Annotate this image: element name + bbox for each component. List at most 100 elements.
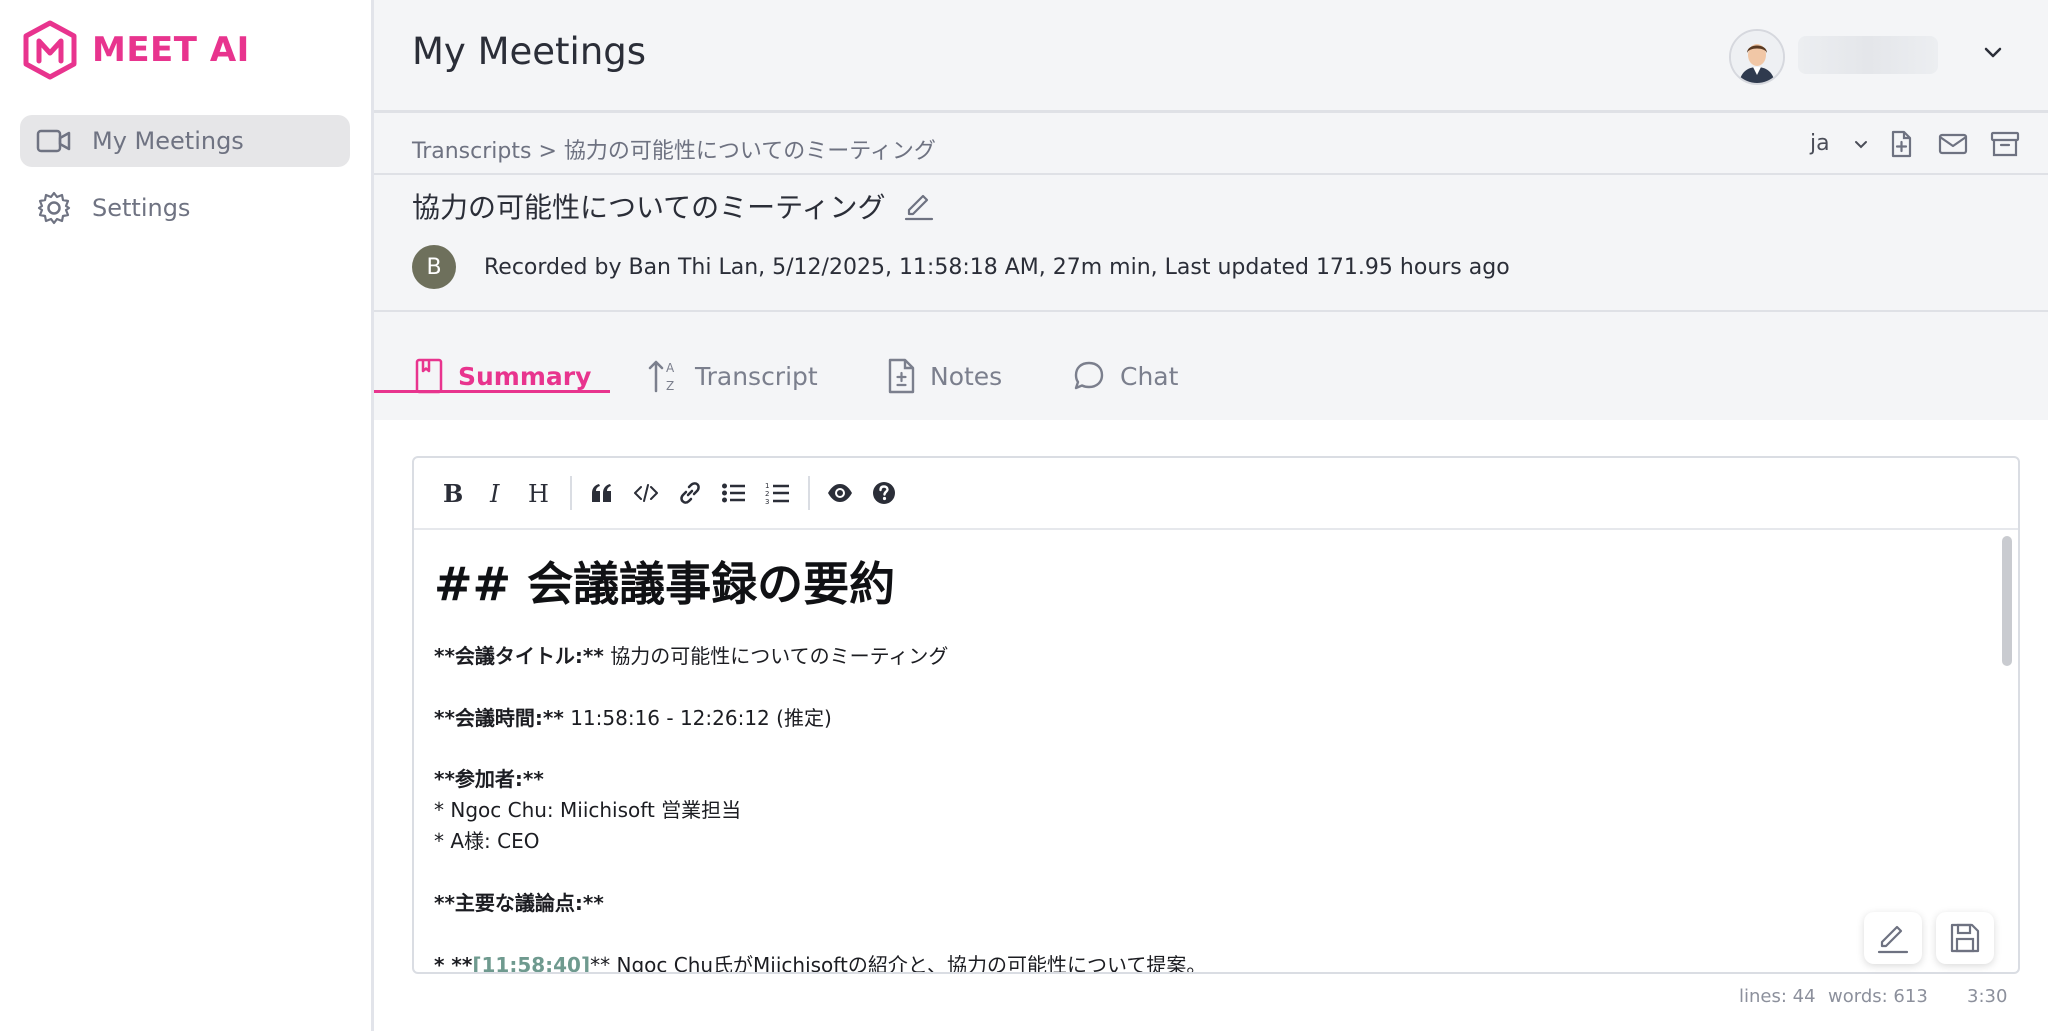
tab-label: Summary — [458, 361, 592, 391]
breadcrumb-separator: > — [531, 139, 564, 164]
link-icon — [680, 482, 700, 504]
eye-icon — [828, 484, 852, 502]
user-avatar-icon — [1731, 31, 1783, 83]
breadcrumb-current: 協力の可能性についてのミーティング — [563, 139, 936, 164]
quote-button[interactable] — [580, 473, 624, 513]
mail-icon[interactable] — [1937, 129, 1969, 159]
code-button[interactable] — [624, 473, 668, 513]
tab-label: Transcript — [695, 361, 818, 391]
topic-item: * **[11:58:40]** Ngoc Chu氏がMiichisoftの紹介… — [434, 949, 1207, 974]
gear-icon — [37, 191, 71, 225]
breadcrumb: Transcripts > 協力の可能性についてのミーティング — [412, 133, 936, 165]
sidebar-item-label: My Meetings — [92, 127, 244, 155]
archive-icon[interactable] — [1989, 129, 2021, 159]
toolbar-divider — [808, 476, 810, 510]
breadcrumb-root[interactable]: Transcripts — [412, 139, 531, 164]
video-camera-icon — [36, 129, 71, 153]
svg-text:A: A — [666, 361, 675, 375]
cursor-position: 3:30 — [1967, 986, 2008, 1007]
label: **会議タイトル:** — [434, 644, 604, 668]
meeting-title: 協力の可能性についてのミーティング — [412, 191, 886, 224]
meeting-title-line: **会議タイトル:** 協力の可能性についてのミーティング — [434, 640, 948, 669]
bullet-list-icon — [722, 483, 745, 503]
brand-logo[interactable]: MEET AI — [22, 20, 250, 80]
summary-panel: B I H 1 2 3 ## 会議議事録の要約 **会議タイトル:** 協力の可… — [374, 420, 2048, 1031]
heading-button[interactable]: H — [518, 473, 562, 513]
word-count: words: 613 — [1828, 986, 1928, 1007]
italic-icon: I — [489, 480, 500, 506]
heading-icon: H — [528, 480, 549, 506]
participants-label: **参加者:** — [434, 763, 544, 792]
chat-bubble-icon — [1074, 361, 1104, 390]
tab-notes[interactable]: Notes — [886, 344, 1002, 408]
recorded-info: Recorded by Ban Thi Lan, 5/12/2025, 11:5… — [484, 254, 1510, 280]
numbered-list-button[interactable]: 1 2 3 — [756, 473, 800, 513]
sidebar-item-label: Settings — [92, 194, 191, 222]
top-bar: My Meetings — [374, 0, 2048, 113]
meeting-meta: B Recorded by Ban Thi Lan, 5/12/2025, 11… — [412, 245, 1510, 289]
svg-text:B: B — [443, 480, 463, 506]
bullet-list-button[interactable] — [712, 473, 756, 513]
bold-button[interactable]: B — [430, 473, 474, 513]
code-icon — [634, 484, 658, 502]
value: 協力の可能性についてのミーティング — [603, 644, 949, 668]
active-tab-indicator — [374, 390, 610, 393]
svg-text:3: 3 — [765, 498, 769, 506]
pencil-icon — [1877, 925, 1909, 954]
bold-icon: B — [443, 480, 463, 506]
svg-text:1: 1 — [765, 482, 769, 490]
summary-heading: ## 会議議事録の要約 — [434, 557, 896, 611]
sort-az-icon: A Z — [648, 360, 675, 393]
tab-transcript[interactable]: A Z Transcript — [647, 344, 818, 408]
avatar[interactable] — [1729, 29, 1785, 85]
brand-name: MEET AI — [92, 30, 250, 70]
sidebar: MEET AI My Meetings Settings — [0, 0, 374, 1031]
scrollbar-thumb[interactable] — [2002, 536, 2012, 666]
main-panel: My Meetings Transcripts > 協力の可能性についてのミーテ… — [374, 0, 2048, 1031]
topic-text: ** Ngoc Chu氏がMiichisoftの紹介と、協力の可能性について提案… — [590, 953, 1207, 974]
preview-button[interactable] — [818, 473, 862, 513]
chevron-down-icon[interactable] — [1980, 40, 2006, 66]
timestamp-link[interactable]: [11:58:40] — [472, 953, 590, 972]
user-name-redacted — [1798, 36, 1938, 74]
save-button[interactable] — [1936, 912, 1994, 964]
meet-ai-logo-icon — [23, 20, 77, 80]
tab-bar: Summary A Z Transcript Notes Chat — [374, 312, 2048, 420]
pencil-icon[interactable] — [903, 190, 935, 222]
line-count: lines: 44 — [1739, 986, 1816, 1007]
prefix: * ** — [434, 953, 473, 974]
edit-button[interactable] — [1864, 912, 1922, 964]
help-button[interactable] — [862, 473, 906, 513]
svg-text:H: H — [528, 480, 549, 506]
svg-text:Z: Z — [666, 379, 674, 393]
page-title: My Meetings — [412, 30, 647, 73]
quote-icon — [592, 484, 611, 502]
numbered-list-icon: 1 2 3 — [765, 482, 789, 506]
tab-label: Notes — [930, 361, 1003, 391]
sidebar-item-my-meetings[interactable]: My Meetings — [20, 115, 350, 167]
meeting-time-line: **会議時間:** 11:58:16 - 12:26:12 (推定) — [434, 702, 832, 731]
label: **参加者:** — [434, 767, 544, 791]
question-circle-icon — [873, 482, 895, 504]
language-select[interactable]: ja — [1810, 131, 1830, 156]
tab-summary[interactable]: Summary — [414, 344, 591, 408]
link-button[interactable] — [668, 473, 712, 513]
participant-item: * Ngoc Chu: Miichisoft 営業担当 — [434, 798, 742, 822]
chevron-down-icon[interactable] — [1851, 135, 1871, 155]
meeting-title-row: 協力の可能性についてのミーティング — [412, 186, 935, 226]
tab-chat[interactable]: Chat — [1072, 344, 1178, 408]
value: 11:58:16 - 12:26:12 (推定) — [563, 706, 832, 730]
file-add-icon[interactable] — [1886, 129, 1916, 159]
topics-label: **主要な議論点:** — [434, 887, 604, 916]
label: **主要な議論点:** — [434, 891, 604, 915]
tab-label: Chat — [1120, 361, 1179, 391]
breadcrumb-bar: Transcripts > 協力の可能性についてのミーティング ja — [374, 113, 2048, 175]
editor-content[interactable]: ## 会議議事録の要約 **会議タイトル:** 協力の可能性についてのミーティン… — [434, 530, 1988, 972]
author-avatar: B — [412, 245, 456, 289]
editor-toolbar: B I H 1 2 3 — [414, 458, 2018, 530]
italic-button[interactable]: I — [474, 473, 518, 513]
sidebar-item-settings[interactable]: Settings — [20, 182, 350, 234]
markdown-editor: B I H 1 2 3 ## 会議議事録の要約 **会議タイトル:** 協力の可… — [412, 456, 2020, 974]
participant-item: * A様: CEO — [434, 829, 540, 853]
label: **会議時間:** — [434, 706, 564, 730]
